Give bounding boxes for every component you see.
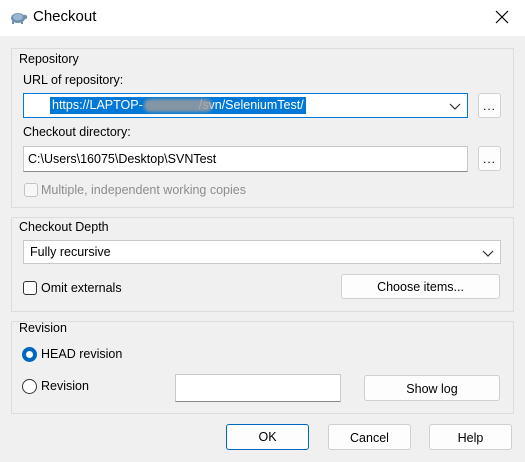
- repository-group-title: Repository: [19, 52, 79, 66]
- chevron-down-icon[interactable]: [449, 100, 461, 112]
- revision-group-title: Revision: [19, 321, 67, 335]
- revision-radio[interactable]: [22, 379, 37, 394]
- url-browse-button[interactable]: ...: [478, 93, 501, 118]
- omit-externals-checkbox[interactable]: [23, 281, 37, 295]
- choose-items-button[interactable]: Choose items...: [341, 274, 500, 299]
- help-button[interactable]: Help: [429, 424, 512, 450]
- checkout-directory-label: Checkout directory:: [23, 125, 131, 139]
- revision-label: Revision: [41, 379, 89, 393]
- tortoise-svn-icon: [8, 8, 28, 26]
- close-button[interactable]: [479, 0, 525, 36]
- directory-browse-button[interactable]: ...: [478, 146, 501, 171]
- checkout-depth-group-title: Checkout Depth: [19, 220, 109, 234]
- head-revision-radio[interactable]: [22, 347, 37, 362]
- close-icon: [495, 10, 509, 27]
- head-revision-label: HEAD revision: [41, 347, 123, 361]
- url-combobox[interactable]: https://LAPTOP-/svn/SeleniumTest/: [23, 93, 468, 118]
- url-label: URL of repository:: [23, 73, 124, 87]
- checkout-directory-input[interactable]: C:\Users\16075\Desktop\SVNTest: [23, 146, 468, 172]
- redacted-host-mask: [144, 99, 212, 112]
- revision-number-input[interactable]: [175, 374, 341, 402]
- depth-select[interactable]: Fully recursive: [23, 240, 501, 264]
- show-log-button[interactable]: Show log: [364, 375, 500, 401]
- omit-externals-label: Omit externals: [41, 281, 122, 295]
- cancel-button[interactable]: Cancel: [328, 424, 411, 450]
- multiple-working-copies-checkbox[interactable]: [24, 183, 38, 197]
- ok-button[interactable]: OK: [226, 424, 309, 450]
- multiple-working-copies-label: Multiple, independent working copies: [41, 183, 246, 197]
- title-bar: Checkout: [0, 0, 525, 36]
- chevron-down-icon[interactable]: [482, 247, 494, 259]
- window-title: Checkout: [33, 8, 97, 25]
